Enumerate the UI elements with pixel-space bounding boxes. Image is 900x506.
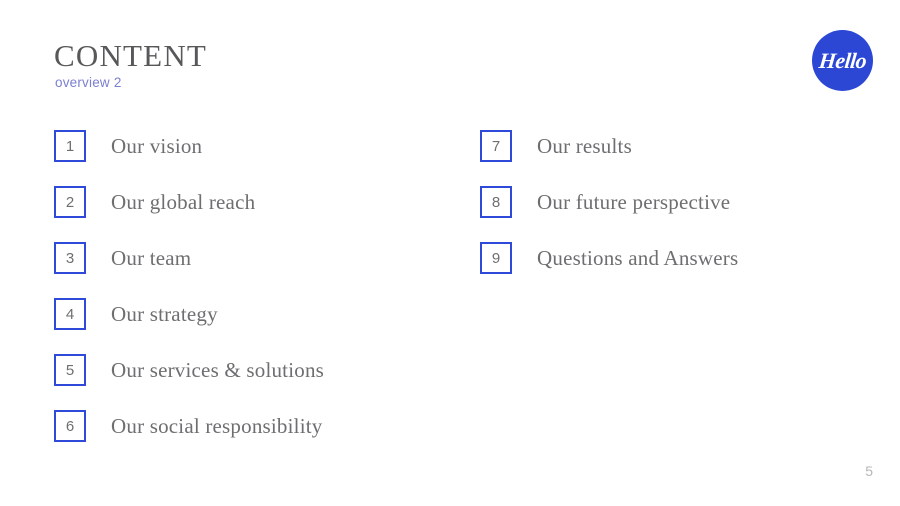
hello-logo-wordmark: Hello xyxy=(817,47,868,73)
agenda-item-number-box: 2 xyxy=(54,186,86,218)
page-number: 5 xyxy=(865,463,873,479)
agenda-item-number-box: 7 xyxy=(480,130,512,162)
agenda-item[interactable]: 1 Our vision xyxy=(54,130,324,162)
agenda-item-label: Our results xyxy=(537,133,632,158)
agenda-item[interactable]: 6 Our social responsibility xyxy=(54,410,324,442)
agenda-item-number-box: 9 xyxy=(480,242,512,274)
agenda-item-number-box: 1 xyxy=(54,130,86,162)
agenda-item-label: Our social responsibility xyxy=(111,413,323,438)
agenda-item-number-box: 5 xyxy=(54,354,86,386)
agenda-item-number: 9 xyxy=(491,249,501,267)
agenda-item-number: 4 xyxy=(65,305,75,323)
agenda-item-number: 8 xyxy=(491,193,501,211)
agenda-item-number: 6 xyxy=(65,417,75,435)
agenda-item[interactable]: 3 Our team xyxy=(54,242,324,274)
agenda-item-label: Our services & solutions xyxy=(111,357,325,382)
agenda-item-number-box: 4 xyxy=(54,298,86,330)
agenda-item[interactable]: 7 Our results xyxy=(480,130,738,162)
agenda-item-label: Our global reach xyxy=(111,189,256,214)
agenda-item-number: 5 xyxy=(65,361,75,379)
agenda-item[interactable]: 5 Our services & solutions xyxy=(54,354,324,386)
agenda-item-number: 1 xyxy=(65,137,75,155)
agenda-item[interactable]: 8 Our future perspective xyxy=(480,186,738,218)
agenda-item[interactable]: 2 Our global reach xyxy=(54,186,324,218)
agenda-item[interactable]: 9 Questions and Answers xyxy=(480,242,738,274)
agenda-item-label: Our vision xyxy=(111,133,203,158)
agenda-item-number-box: 3 xyxy=(54,242,86,274)
agenda-item-number: 2 xyxy=(65,193,75,211)
agenda-item-number-box: 8 xyxy=(480,186,512,218)
agenda-item-number-box: 6 xyxy=(54,410,86,442)
agenda-item-label: Our future perspective xyxy=(537,189,731,214)
hello-brand-logo: Hello xyxy=(812,30,873,91)
page-title: CONTENT xyxy=(54,38,208,73)
agenda-column-left: 1 Our vision 2 Our global reach 3 Our te… xyxy=(54,130,324,466)
agenda-column-right: 7 Our results 8 Our future perspective 9… xyxy=(480,130,738,298)
agenda-item-label: Questions and Answers xyxy=(537,245,739,270)
agenda-item-label: Our strategy xyxy=(111,301,218,326)
agenda-item-number: 3 xyxy=(65,249,75,267)
presentation-slide: CONTENT overview 2 Hello 1 Our vision 2 … xyxy=(0,0,900,506)
agenda-item-label: Our team xyxy=(111,245,192,270)
page-subtitle: overview 2 xyxy=(55,75,122,90)
agenda-item-number: 7 xyxy=(491,137,501,155)
agenda-item[interactable]: 4 Our strategy xyxy=(54,298,324,330)
slide-header: CONTENT overview 2 xyxy=(54,40,207,90)
